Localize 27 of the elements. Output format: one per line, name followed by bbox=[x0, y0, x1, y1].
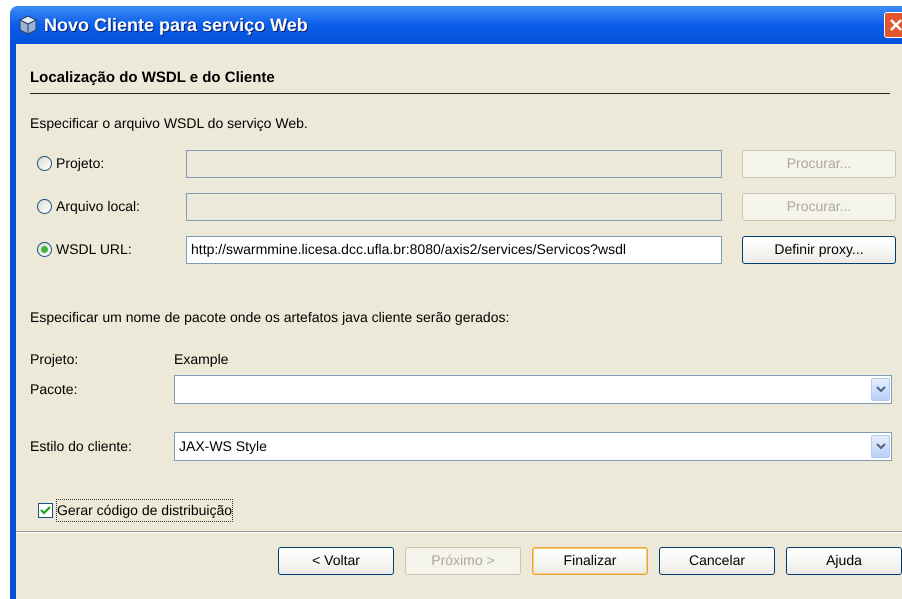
checkbox[interactable] bbox=[38, 502, 53, 518]
chevron-down-icon bbox=[871, 434, 890, 458]
instruction-text: Especificar um nome de pacote onde os artefatos java cliente serão gerados: bbox=[30, 308, 510, 327]
radio-label: Projeto: bbox=[56, 154, 104, 173]
dialog-button[interactable]: Ajuda bbox=[786, 546, 902, 575]
chevron-down-icon bbox=[871, 378, 890, 400]
field-label: Estilo do cliente: bbox=[30, 436, 133, 456]
dialog-button[interactable]: < Voltar bbox=[278, 546, 394, 575]
field-label: Projeto: bbox=[30, 350, 80, 369]
project-name: Example bbox=[174, 350, 228, 369]
dialog-button[interactable]: Finalizar bbox=[532, 546, 648, 575]
radio-button[interactable] bbox=[37, 242, 52, 257]
window-title: Novo Cliente para serviço Web bbox=[44, 14, 308, 37]
close-button[interactable] bbox=[884, 12, 902, 38]
section-title: Localização do WSDL e do Cliente bbox=[30, 68, 276, 88]
field-label: Pacote: bbox=[30, 380, 78, 398]
close-icon bbox=[890, 19, 902, 31]
checkbox-label: Gerar código de distribuição bbox=[57, 500, 232, 520]
dialog-button[interactable]: Definir proxy... bbox=[742, 236, 896, 264]
radio-label: Arquivo local: bbox=[56, 197, 140, 216]
dropdown-field[interactable] bbox=[174, 374, 892, 404]
dropdown-field[interactable]: JAX-WS Style bbox=[174, 432, 892, 460]
instruction-text: Especificar o arquivo WSDL do serviço Web. bbox=[30, 114, 309, 133]
input-field[interactable]: http://swarmmine.licesa.dcc.ufla.br:8080/axis2/services/Servicos?wsdl bbox=[186, 236, 722, 264]
cube-icon bbox=[18, 15, 38, 35]
radio-label: WSDL URL: bbox=[56, 240, 132, 259]
dialog-button[interactable]: Cancelar bbox=[659, 546, 775, 575]
